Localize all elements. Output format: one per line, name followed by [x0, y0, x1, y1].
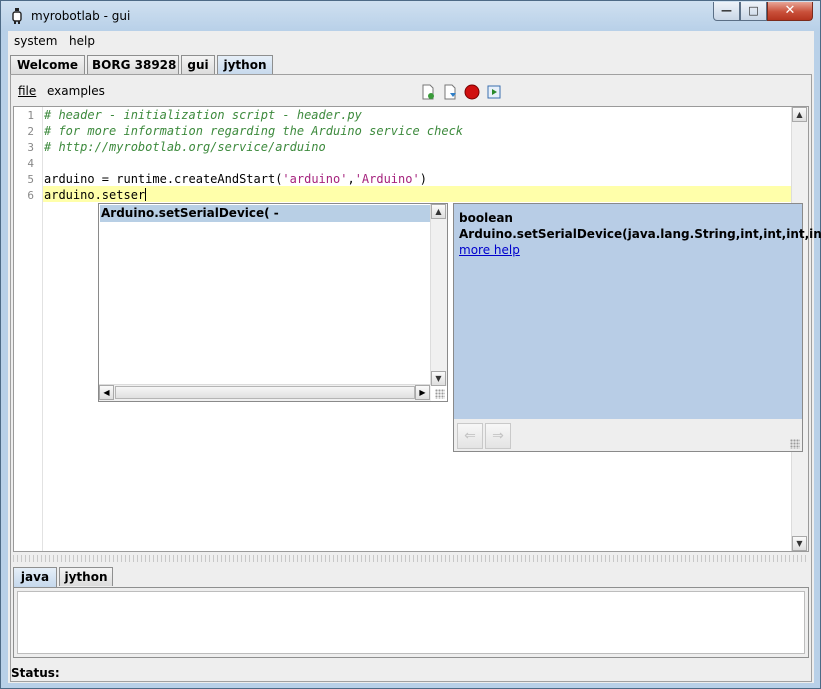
autocomplete-horizontal-scrollbar[interactable]: ◀ ▶ — [99, 384, 431, 401]
code-line: # for more information regarding the Ard… — [44, 124, 464, 138]
menu-help[interactable]: help — [69, 34, 95, 48]
autocomplete-description-popup: boolean Arduino.setSerialDevice(java.lan… — [453, 203, 821, 452]
scroll-down-button[interactable]: ▼ — [792, 536, 807, 551]
code-text: ) — [419, 172, 427, 186]
triangle-up-icon: ▲ — [435, 207, 442, 216]
autocomplete-vertical-scrollbar[interactable]: ▲ ▼ — [430, 204, 447, 386]
text-caret — [145, 188, 147, 201]
line-number: 5 — [27, 173, 34, 186]
title-bar[interactable]: myrobotlab - gui — □ ✕ — [1, 1, 820, 31]
minimize-button[interactable]: — — [713, 2, 740, 21]
string-literal: 'Arduino' — [354, 172, 420, 186]
close-button[interactable]: ✕ — [767, 2, 813, 21]
autocomplete-item-selected[interactable]: Arduino.setSerialDevice( - — [100, 205, 431, 222]
resize-grip-icon[interactable] — [790, 439, 800, 449]
code-text: arduino.setser — [44, 188, 146, 202]
stop-icon[interactable] — [464, 84, 480, 100]
status-label: Status: — [11, 666, 60, 680]
window-title: myrobotlab - gui — [31, 9, 131, 23]
scroll-up-button[interactable]: ▲ — [792, 107, 807, 122]
tab-borg[interactable]: BORG 38928 — [87, 55, 179, 74]
tab-jython[interactable]: jython — [217, 55, 273, 75]
triangle-up-icon: ▲ — [796, 110, 803, 119]
triangle-down-icon: ▼ — [796, 539, 803, 548]
line-number-gutter: 1 2 3 4 5 6 — [14, 107, 43, 551]
new-file-icon[interactable] — [420, 84, 436, 100]
execute-icon[interactable] — [486, 84, 502, 100]
tab-welcome[interactable]: Welcome — [10, 55, 85, 74]
split-pane-divider[interactable] — [13, 555, 809, 562]
tab-jython-output[interactable]: jython — [59, 567, 113, 586]
arrow-right-icon: ⇒ — [492, 428, 504, 444]
line-number: 3 — [27, 141, 34, 154]
triangle-left-icon: ◀ — [103, 388, 110, 397]
code-line: # http://myrobotlab.org/service/arduino — [44, 140, 326, 154]
code-text: arduino = runtime.createAndStart( — [44, 172, 283, 186]
forward-button[interactable]: ⇒ — [485, 423, 511, 449]
scroll-left-button[interactable]: ◀ — [99, 385, 114, 400]
line-number: 6 — [27, 189, 34, 202]
file-menu-label: file — [18, 84, 37, 98]
method-signature: Arduino.setSerialDevice(java.lang.String… — [459, 227, 821, 241]
tab-gui[interactable]: gui — [181, 55, 215, 74]
menu-bar: system help — [8, 31, 814, 53]
examples-menu[interactable]: examples — [47, 84, 105, 98]
scroll-up-button[interactable]: ▲ — [431, 204, 446, 219]
editor-toolbar: file examples — [13, 77, 809, 103]
scroll-thumb[interactable] — [115, 386, 415, 399]
file-menu[interactable]: file — [18, 84, 36, 98]
autocomplete-list[interactable]: Arduino.setSerialDevice( - ▲ ▼ ◀ ▶ — [98, 203, 448, 402]
save-file-icon[interactable] — [442, 84, 458, 100]
output-panel — [13, 587, 809, 658]
scroll-down-button[interactable]: ▼ — [431, 371, 446, 386]
arrow-left-icon: ⇐ — [464, 428, 476, 444]
current-line-highlight — [43, 186, 793, 202]
maximize-icon: □ — [748, 4, 759, 17]
code-line: arduino = runtime.createAndStart('arduin… — [44, 171, 427, 187]
resize-grip-icon[interactable] — [435, 389, 445, 399]
string-literal: 'arduino' — [282, 172, 348, 186]
scroll-right-button[interactable]: ▶ — [415, 385, 430, 400]
back-button[interactable]: ⇐ — [457, 423, 483, 449]
line-number: 4 — [27, 157, 34, 170]
more-help-link[interactable]: more help — [459, 243, 520, 257]
return-type: boolean — [459, 211, 513, 225]
description-body: boolean Arduino.setSerialDevice(java.lan… — [454, 204, 821, 419]
code-line-current: arduino.setser — [44, 187, 147, 203]
output-console[interactable] — [17, 591, 805, 654]
triangle-right-icon: ▶ — [419, 388, 426, 397]
tab-java-output[interactable]: java — [13, 567, 57, 587]
line-number: 1 — [27, 109, 34, 122]
line-number: 2 — [27, 125, 34, 138]
code-text: , — [347, 172, 355, 186]
robot-app-icon — [12, 8, 22, 24]
maximize-button[interactable]: □ — [740, 2, 767, 21]
code-line: # header - initialization script - heade… — [44, 108, 362, 122]
minimize-icon: — — [721, 4, 732, 17]
menu-system[interactable]: system — [14, 34, 57, 48]
triangle-down-icon: ▼ — [435, 374, 442, 383]
close-icon: ✕ — [784, 3, 796, 18]
